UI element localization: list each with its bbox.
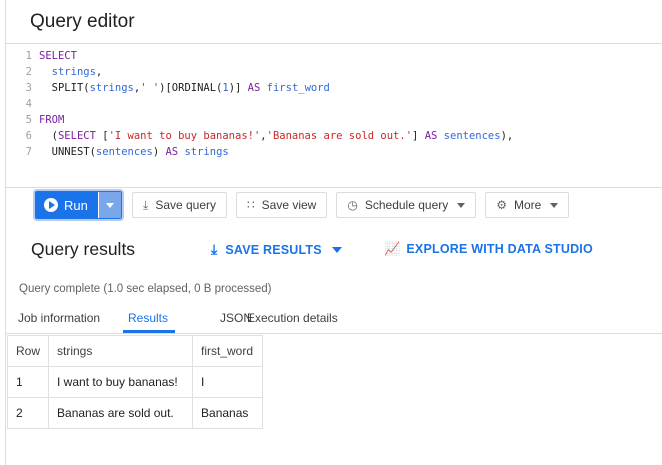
code-token: strings <box>184 146 229 158</box>
table-cell: I want to buy bananas! <box>48 366 194 398</box>
run-button[interactable]: Run <box>36 192 98 218</box>
line-number: 4 <box>25 98 32 110</box>
save-results-button[interactable]: ⤓ SAVE RESULTS <box>211 241 342 258</box>
query-status: Query complete (1.0 sec elapsed, 0 B pro… <box>19 283 272 295</box>
table-cell: 1 <box>6 366 50 398</box>
code-line: 5 FROM <box>6 112 65 128</box>
table-cell: I <box>192 366 264 398</box>
code-token: sentences <box>95 146 153 158</box>
schedule-query-button[interactable]: ◷ Schedule query <box>336 192 477 218</box>
code-token: AS <box>424 130 438 142</box>
schedule-query-label: Schedule query <box>364 198 449 212</box>
chevron-down-icon <box>331 246 342 253</box>
code-line: 1 SELECT <box>6 48 77 64</box>
editor-header: Query editor <box>6 0 662 44</box>
save-results-label: SAVE RESULTS <box>225 242 322 257</box>
code-token: strings <box>51 66 96 78</box>
code-token: SELECT <box>57 130 96 142</box>
line-number: 2 <box>25 66 32 78</box>
code-token: 'Bananas are sold out.' <box>266 130 413 142</box>
save-view-button[interactable]: ∷ Save view <box>236 192 328 218</box>
code-token: , <box>95 66 103 78</box>
tab-execution-details[interactable]: Execution details <box>247 311 338 325</box>
tab-results[interactable]: Results <box>128 311 168 325</box>
table-header-row: Row strings first_word <box>6 335 264 367</box>
code-token: 'I want to buy bananas!' <box>108 130 261 142</box>
download-icon: ⤓ <box>143 197 149 212</box>
explore-label: EXPLORE WITH DATA STUDIO <box>406 242 593 256</box>
active-tab-indicator <box>123 330 175 333</box>
column-header: first_word <box>192 335 264 367</box>
table-row: 1 I want to buy bananas! I <box>6 366 264 398</box>
code-token: )[ORDINAL( <box>159 82 223 94</box>
download-icon: ⤓ <box>211 241 218 257</box>
code-token: SPLIT( <box>51 82 90 94</box>
run-button-group: Run <box>35 191 122 219</box>
table-cell: Bananas <box>192 397 264 429</box>
code-token: )] <box>228 82 248 94</box>
line-number: 6 <box>25 130 32 142</box>
line-number: 5 <box>25 114 32 126</box>
code-token: SELECT <box>39 50 77 62</box>
save-query-label: Save query <box>155 198 217 212</box>
code-line: 7 UNNEST(sentences) AS strings <box>6 144 229 160</box>
code-token: sentences <box>443 130 501 142</box>
code-line: 2 strings, <box>6 64 103 80</box>
gear-icon: ⚙ <box>496 198 507 212</box>
code-line: 6 (SELECT ['I want to buy bananas!', 'Ban… <box>6 128 514 144</box>
code-line: 3 SPLIT(strings, ' ')[ORDINAL(1)] AS firs… <box>6 80 330 96</box>
code-token: AS <box>165 146 179 158</box>
grid-icon: ∷ <box>247 198 255 212</box>
save-view-label: Save view <box>261 198 317 212</box>
more-button[interactable]: ⚙ More <box>485 192 570 218</box>
code-token: FROM <box>39 114 65 126</box>
table-row: 2 Bananas are sold out. Bananas <box>6 397 264 429</box>
chevron-down-icon <box>550 202 559 208</box>
line-number: 7 <box>25 146 32 158</box>
results-table: Row strings first_word 1 I want to buy b… <box>6 335 264 429</box>
code-token: ' ' <box>140 82 160 94</box>
column-header: strings <box>48 335 194 367</box>
code-token: AS <box>247 82 261 94</box>
line-number: 3 <box>25 82 32 94</box>
code-token: strings <box>89 82 134 94</box>
results-title: Query results <box>31 239 136 259</box>
table-cell: 2 <box>6 397 50 429</box>
code-token: first_word <box>266 82 330 94</box>
code-token: UNNEST( <box>51 146 96 158</box>
clock-icon: ◷ <box>347 198 358 212</box>
editor-title: Query editor <box>30 10 135 32</box>
explore-data-studio-button[interactable]: 📈 EXPLORE WITH DATA STUDIO <box>384 241 593 257</box>
code-token: ) <box>152 146 166 158</box>
more-label: More <box>514 198 542 212</box>
table-cell: Bananas are sold out. <box>48 397 194 429</box>
bigquery-panel: Query editor 1 SELECT 2 strings, 3 SPLIT(… <box>5 0 662 465</box>
sql-editor[interactable]: 1 SELECT 2 strings, 3 SPLIT(strings, ' ')[… <box>6 44 662 188</box>
chevron-down-icon <box>457 202 466 208</box>
code-token: [ <box>95 130 109 142</box>
column-header: Row <box>6 335 50 367</box>
code-token: ), <box>500 130 514 142</box>
chevron-down-icon <box>106 202 114 208</box>
code-token: ] <box>412 130 425 142</box>
results-tabs: Job information Results JSON Execution d… <box>6 303 662 334</box>
editor-toolbar: Run ⤓ Save query ∷ Save view ◷ Schedule … <box>35 190 570 220</box>
play-icon <box>44 198 58 212</box>
chart-icon: 📈 <box>384 241 401 256</box>
line-number: 1 <box>25 50 32 62</box>
tab-job-information[interactable]: Job information <box>18 311 100 325</box>
run-label: Run <box>64 197 88 213</box>
run-dropdown-button[interactable] <box>98 192 121 218</box>
code-line: 4 <box>6 96 39 112</box>
save-query-button[interactable]: ⤓ Save query <box>132 192 228 218</box>
